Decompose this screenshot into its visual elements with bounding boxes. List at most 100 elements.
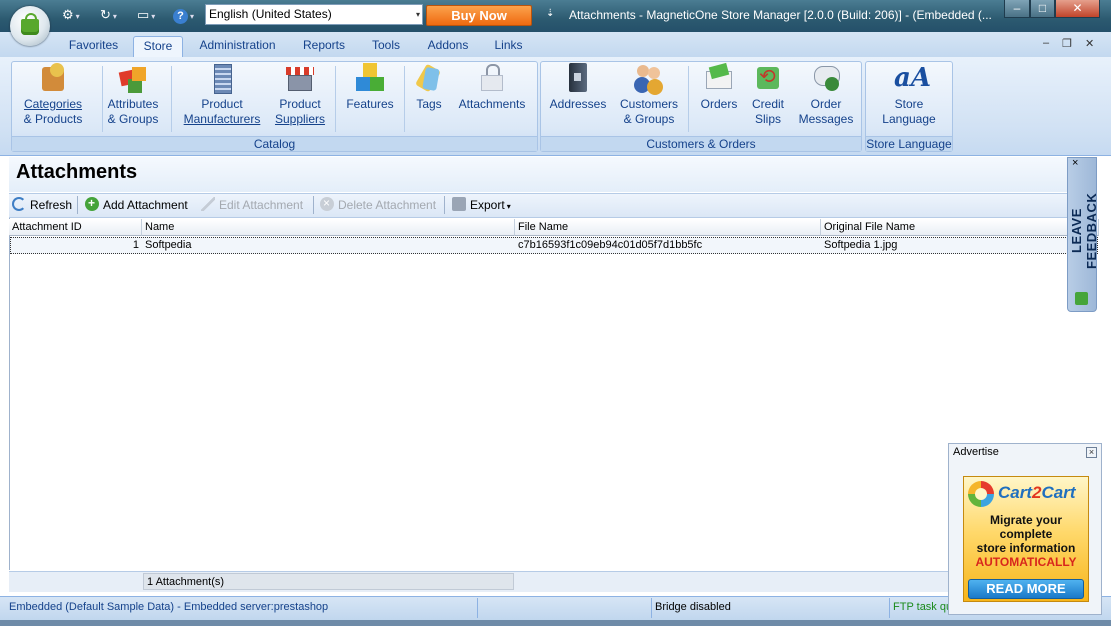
ribbon-button-attributes-groups[interactable]: Attributes & Groups — [103, 63, 163, 127]
ad-text-line: complete — [999, 527, 1053, 541]
ribbon-button-attachments[interactable]: Attachments — [455, 63, 529, 112]
box-icon — [38, 63, 68, 93]
bag-icon-body — [21, 19, 39, 35]
edit-attachment-button[interactable]: Edit Attachment — [201, 197, 303, 213]
ribbon-button-store-language[interactable]: aA Store Language — [875, 63, 943, 127]
minimize-button[interactable]: – — [1004, 0, 1030, 18]
ribbon-button-order-messages[interactable]: Order Messages — [796, 63, 856, 127]
tab-administration[interactable]: Administration — [190, 36, 285, 57]
record-count: 1 Attachment(s) — [143, 573, 514, 590]
add-attachment-button[interactable]: Add Attachment — [85, 195, 188, 213]
mdi-minimize-button[interactable]: – — [1043, 37, 1049, 49]
delete-icon — [320, 195, 334, 211]
tab-reports[interactable]: Reports — [294, 36, 354, 57]
chevron-down-icon: ▾ — [190, 12, 195, 21]
feedback-icon — [1075, 292, 1088, 305]
tab-addons[interactable]: Addons — [418, 36, 478, 57]
chevron-down-icon: ▾ — [151, 12, 156, 21]
column-header-attachment-id[interactable]: Attachment ID — [9, 219, 142, 236]
ribbon-button-credit-slips[interactable]: Credit Slips — [746, 63, 790, 127]
cell-name: Softpedia — [145, 239, 192, 251]
ribbon-group-label: Customers & Orders — [541, 136, 861, 151]
toolbar-separator — [313, 196, 314, 214]
mdi-restore-button[interactable]: ❐ — [1062, 37, 1072, 50]
maximize-button[interactable]: □ — [1030, 0, 1055, 18]
ribbon-button-tags[interactable]: Tags — [410, 63, 448, 112]
ad-text-line: AUTOMATICALLY — [975, 555, 1077, 569]
ribbon-button-features[interactable]: Features — [343, 63, 397, 112]
window-title: Attachments - MagneticOne Store Manager … — [569, 8, 992, 22]
gear-icon: ⚙ — [62, 7, 74, 22]
language-select[interactable]: English (United States) ▾ — [205, 4, 423, 25]
ribbon-button-categories-products[interactable]: Categories & Products — [20, 63, 86, 127]
buy-now-button[interactable]: Buy Now — [426, 5, 532, 26]
tab-tools[interactable]: Tools — [362, 36, 410, 57]
windows-quick-button[interactable]: ▭ ▾ — [137, 6, 155, 24]
status-separator — [477, 598, 478, 618]
ribbon-separator — [404, 66, 405, 132]
status-bridge: Bridge disabled — [655, 601, 731, 613]
column-header-name[interactable]: Name — [142, 219, 515, 236]
ribbon-button-customers-groups[interactable]: Customers & Groups — [615, 63, 683, 127]
settings-quick-button[interactable]: ⚙ ▾ — [62, 6, 80, 24]
ribbon-button-product-suppliers[interactable]: Product Suppliers — [270, 63, 330, 127]
page-title: Attachments — [16, 161, 138, 183]
ribbon-group-label: Store Language — [866, 136, 952, 151]
language-select-value: English (United States) — [209, 7, 332, 21]
tab-store[interactable]: Store — [133, 36, 183, 57]
tags-icon — [414, 63, 444, 93]
cell-original-file-name: Softpedia 1.jpg — [824, 239, 898, 251]
window-bottom-edge — [0, 620, 1111, 626]
chevron-down-icon: ▾ — [75, 12, 80, 21]
app-menu-button[interactable] — [10, 6, 50, 46]
chevron-down-icon: ▾ — [415, 10, 420, 19]
ribbon-button-orders[interactable]: Orders — [697, 63, 741, 112]
cart2cart-logo: Cart2Cart — [998, 483, 1076, 502]
ribbon-button-addresses[interactable]: Addresses — [547, 63, 609, 112]
ribbon-separator — [335, 66, 336, 132]
people-icon — [634, 63, 664, 93]
credit-slip-icon — [753, 63, 783, 93]
toolbar-separator — [444, 196, 445, 214]
refresh-button[interactable]: Refresh — [12, 197, 72, 213]
column-header-file-name[interactable]: File Name — [515, 219, 821, 236]
blocks-icon — [118, 63, 148, 93]
cell-file-name: c7b16593f1c09eb94c01d05f7d1bb5fc — [518, 239, 703, 251]
attachments-grid[interactable] — [9, 218, 1100, 570]
status-separator — [889, 598, 890, 618]
cell-attachment-id: 1 — [132, 239, 139, 251]
feedback-close-button[interactable]: × — [1072, 157, 1078, 169]
status-connection: Embedded (Default Sample Data) - Embedde… — [9, 601, 329, 613]
help-quick-button[interactable]: ? ▾ — [173, 6, 194, 24]
column-header-original-file-name[interactable]: Original File Name — [821, 219, 1099, 236]
paperclip-icon — [477, 63, 507, 93]
mdi-close-button[interactable]: ✕ — [1085, 37, 1094, 50]
tab-favorites[interactable]: Favorites — [60, 36, 127, 57]
export-button[interactable]: Export ▾ — [452, 197, 511, 213]
ribbon-separator — [688, 66, 689, 132]
status-ftp: FTP task qu — [893, 601, 953, 613]
windows-icon: ▭ — [137, 7, 150, 22]
tab-links[interactable]: Links — [486, 36, 531, 57]
help-icon: ? — [173, 9, 188, 24]
building-icon — [207, 63, 237, 94]
delete-attachment-button[interactable]: Delete Attachment — [320, 195, 436, 213]
pencil-icon — [201, 197, 215, 211]
ribbon-button-product-manufacturers[interactable]: Product Manufacturers — [180, 63, 264, 127]
language-icon: aA — [894, 63, 932, 93]
ad-text-line: store information — [976, 541, 1076, 555]
printer-icon — [452, 197, 466, 211]
sync-quick-button[interactable]: ↻ ▾ — [100, 6, 117, 24]
chevron-down-icon: ▾ — [506, 202, 511, 211]
quick-access-customize-icon[interactable]: ⇣ — [546, 8, 554, 19]
advertise-close-button[interactable]: × — [1086, 447, 1097, 458]
orders-envelope-icon — [704, 63, 734, 93]
leave-feedback-label: LEAVE FEEDBACK — [1069, 192, 1099, 270]
message-icon — [811, 63, 841, 93]
ad-text-line: Migrate your — [989, 513, 1062, 527]
close-button[interactable]: ✕ — [1055, 0, 1100, 18]
shop-icon — [285, 63, 315, 93]
read-more-button[interactable]: READ MORE — [968, 579, 1084, 599]
refresh-icon — [12, 197, 26, 211]
status-separator — [651, 598, 652, 618]
